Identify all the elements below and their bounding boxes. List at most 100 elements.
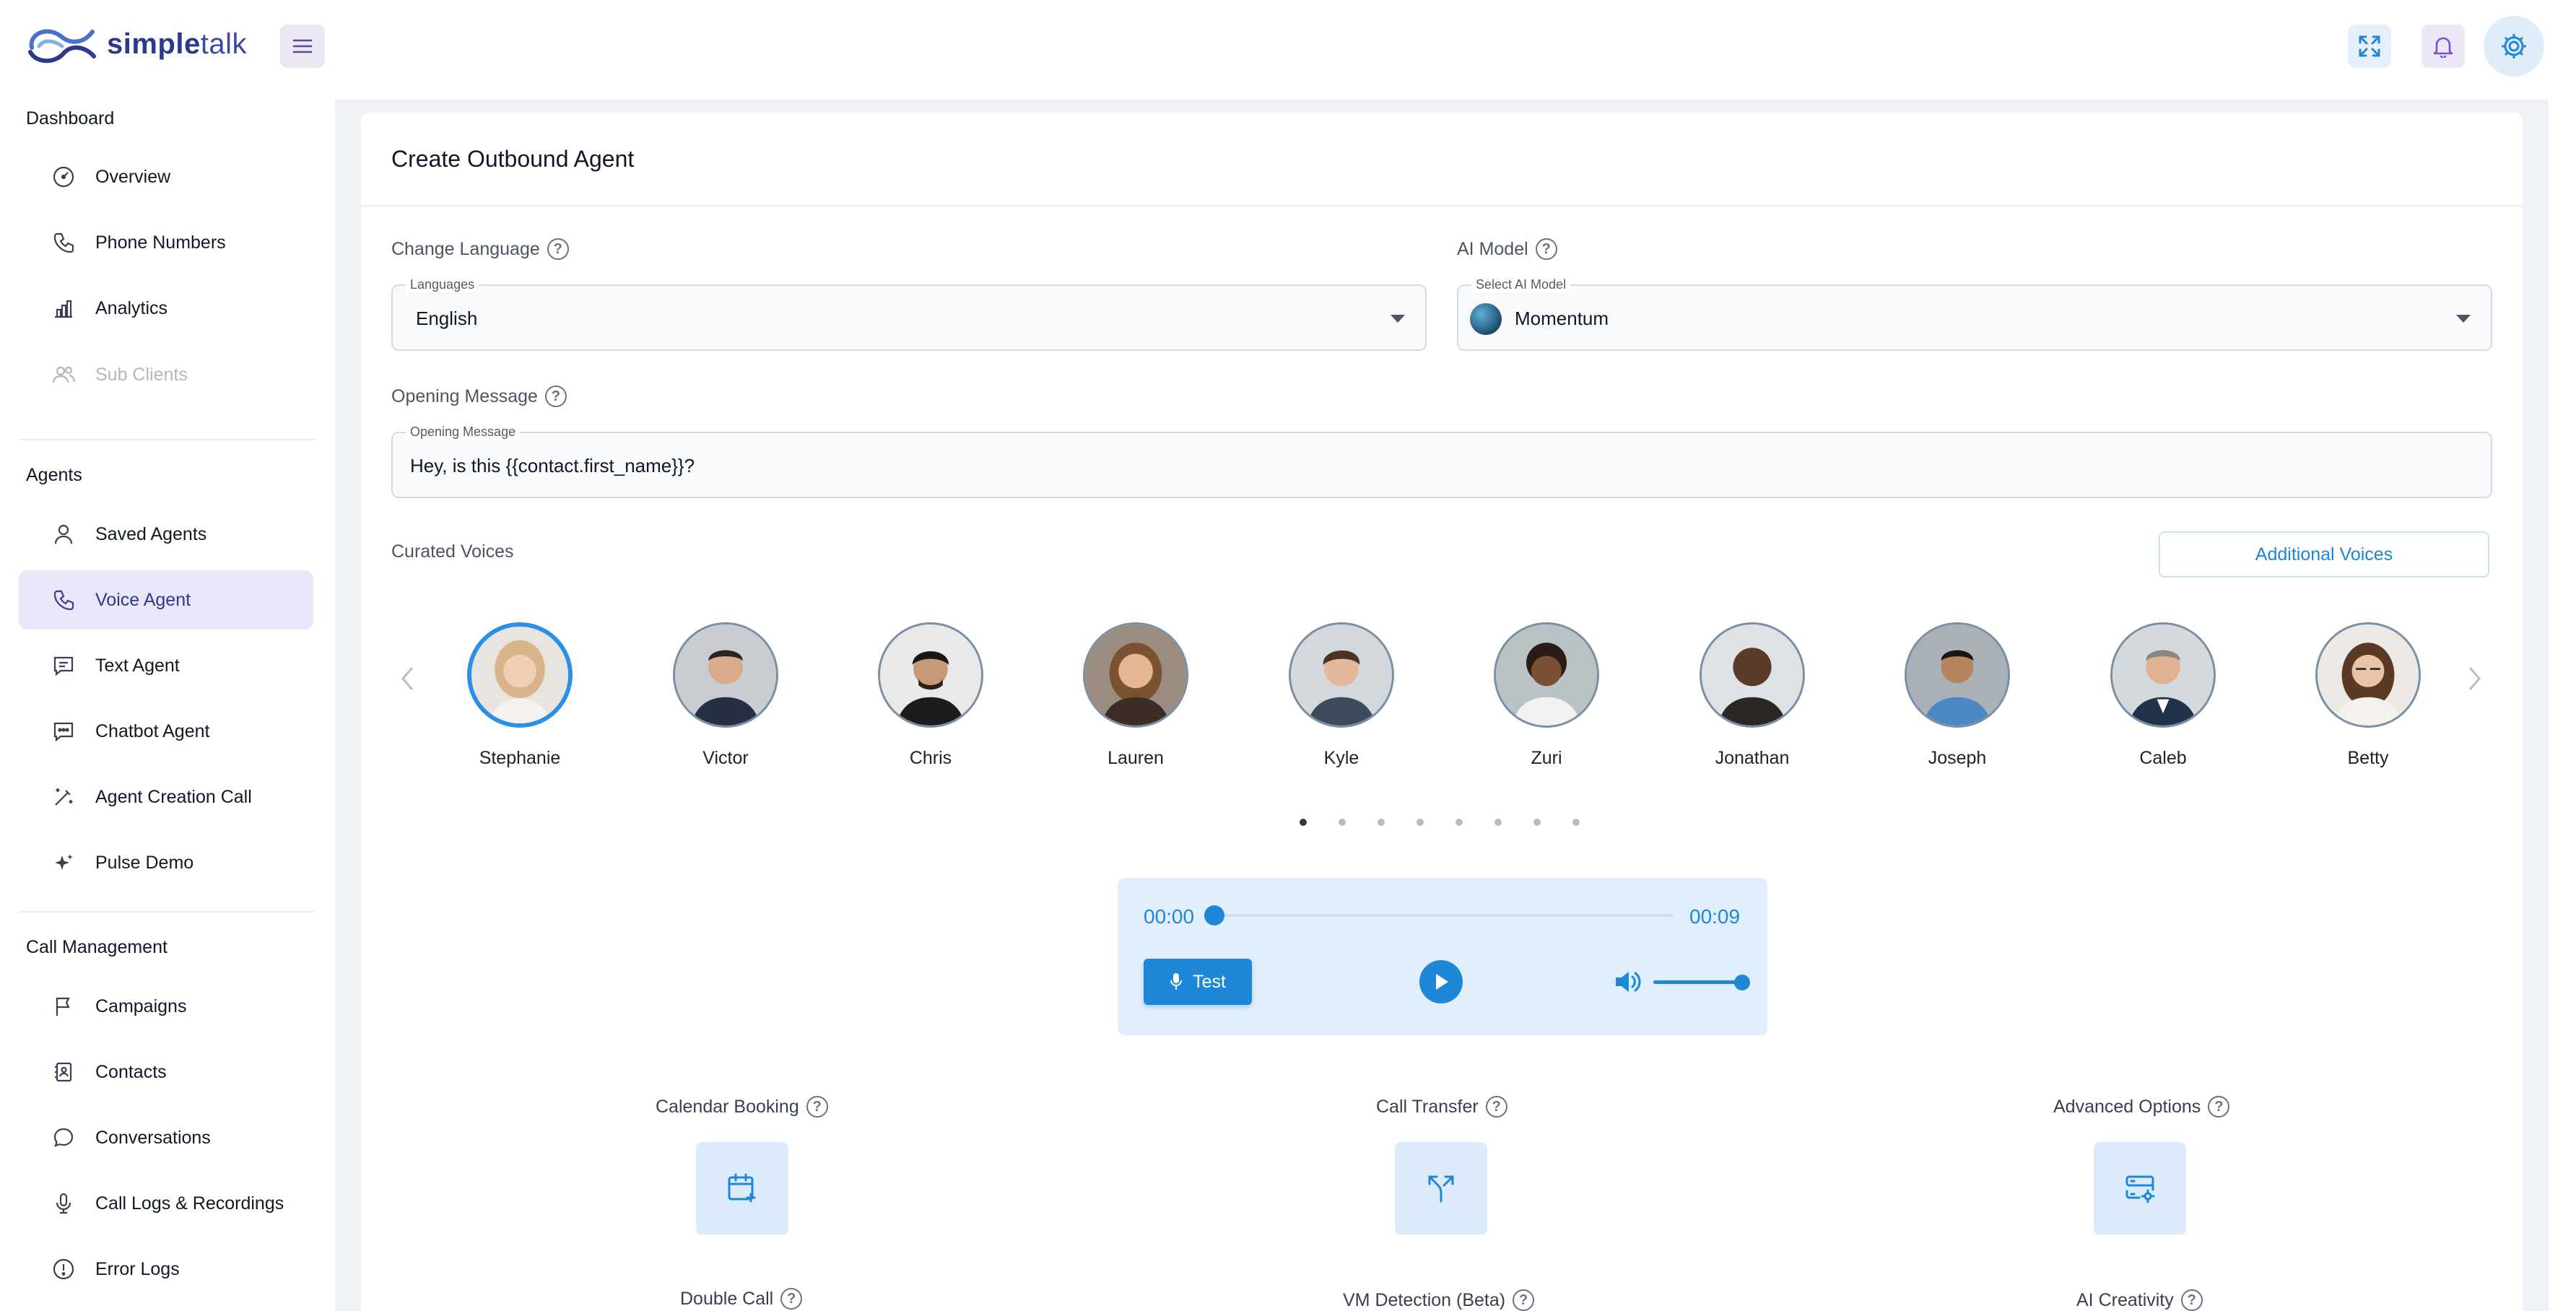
help-icon[interactable]: ? [2180, 1289, 2203, 1311]
pagination-dot[interactable] [1494, 819, 1502, 826]
opening-message-legend: Opening Message [406, 424, 521, 440]
opening-message-input[interactable]: Opening Message Hey, is this {{contact.f… [391, 424, 2492, 498]
help-icon[interactable]: ? [1485, 1096, 1507, 1118]
pagination-dot[interactable] [1339, 819, 1346, 826]
sidebar-item-analytics[interactable]: Analytics [19, 279, 313, 338]
notifications-button[interactable] [2421, 25, 2465, 68]
pagination-dot[interactable] [1533, 819, 1541, 826]
pagination-dot[interactable] [1378, 819, 1385, 826]
split-arrows-icon [1428, 1175, 1454, 1203]
avatar [1494, 622, 1599, 728]
calendar-booking-button[interactable] [696, 1142, 788, 1234]
voice-option[interactable]: Joseph [1892, 622, 2022, 769]
progress-track[interactable] [1214, 914, 1674, 917]
volume-slider[interactable] [1653, 980, 1744, 984]
voice-option[interactable]: Lauren [1071, 622, 1201, 769]
top-bar: simpletalk [0, 0, 2576, 94]
voice-option[interactable]: Zuri [1481, 622, 1611, 769]
bell-icon [2433, 37, 2453, 58]
sidebar-item-agent-creation-call[interactable]: Agent Creation Call [19, 767, 313, 827]
section-title-agents: Agents [26, 465, 82, 485]
sidebar-item-error-logs[interactable]: Error Logs [19, 1240, 313, 1299]
help-icon[interactable]: ? [2208, 1096, 2230, 1118]
microphone-icon [1170, 973, 1183, 990]
volume-thumb[interactable] [1734, 975, 1750, 990]
phone-icon [51, 230, 77, 256]
gear-icon [2502, 34, 2526, 58]
vm-detection-label: VM Detection (Beta)? [1343, 1289, 1535, 1311]
sidebar-item-sub-clients[interactable]: Sub Clients [19, 345, 313, 404]
test-button[interactable]: Test [1144, 959, 1252, 1005]
sidebar-item-overview[interactable]: Overview [19, 147, 313, 206]
carousel-next-button[interactable] [2460, 657, 2489, 700]
language-select-legend: Languages [406, 277, 479, 292]
voice-name: Kyle [1323, 748, 1359, 768]
fullscreen-button[interactable] [2348, 25, 2391, 68]
pagination-dot[interactable] [1572, 819, 1580, 826]
pagination-dot[interactable] [1417, 819, 1424, 826]
carousel-pagination [1300, 819, 1580, 826]
opening-message-value: Hey, is this {{contact.first_name}}? [410, 455, 695, 476]
sidebar-item-saved-agents[interactable]: Saved Agents [19, 505, 313, 564]
menu-toggle-button[interactable] [280, 25, 325, 68]
voice-option[interactable]: Stephanie [455, 622, 585, 769]
voice-name: Jonathan [1715, 748, 1790, 768]
brand-logo[interactable]: simpletalk [26, 22, 247, 66]
sidebar-item-label: Pulse Demo [95, 852, 194, 873]
voice-name: Stephanie [479, 748, 561, 768]
flag-icon [51, 993, 77, 1019]
page-title: Create Outbound Agent [391, 146, 635, 172]
sidebar-item-phone-numbers[interactable]: Phone Numbers [19, 213, 313, 272]
gauge-icon [51, 164, 77, 190]
sidebar-item-call-logs[interactable]: Call Logs & Recordings [19, 1174, 313, 1233]
sidebar-item-campaigns[interactable]: Campaigns [19, 977, 313, 1036]
help-icon[interactable]: ? [780, 1288, 803, 1310]
pagination-dot[interactable] [1455, 819, 1463, 826]
sidebar-item-label: Contacts [95, 1061, 167, 1082]
ai-model-select-value: Momentum [1515, 308, 1609, 329]
additional-voices-button[interactable]: Additional Voices [2159, 531, 2489, 578]
help-icon[interactable]: ? [806, 1096, 828, 1118]
sidebar-item-chatbot-agent[interactable]: Chatbot Agent [19, 702, 313, 761]
duration: 00:09 [1689, 905, 1741, 928]
voice-option[interactable]: Jonathan [1687, 622, 1817, 769]
help-icon[interactable]: ? [1513, 1289, 1535, 1311]
section-title-dashboard: Dashboard [26, 108, 115, 129]
voice-option[interactable]: Kyle [1276, 622, 1406, 769]
sidebar-item-conversations[interactable]: Conversations [19, 1108, 313, 1167]
sidebar-divider [19, 439, 315, 440]
call-transfer-button[interactable] [1395, 1142, 1487, 1234]
voice-name: Joseph [1928, 748, 1987, 768]
sidebar-item-label: Chatbot Agent [95, 720, 210, 741]
sidebar-item-pulse-demo[interactable]: Pulse Demo [19, 833, 313, 892]
voice-option[interactable]: Caleb [2098, 622, 2228, 769]
progress-thumb[interactable] [1204, 905, 1224, 925]
current-time: 00:00 [1144, 905, 1195, 928]
voice-option[interactable]: Betty [2303, 622, 2433, 769]
ai-model-select[interactable]: Select AI Model Momentum [1457, 277, 2492, 351]
sidebar-item-contacts[interactable]: Contacts [19, 1042, 313, 1102]
avatar [467, 622, 573, 728]
help-icon[interactable]: ? [547, 238, 569, 260]
volume-icon[interactable] [1613, 969, 1642, 995]
advanced-options-button[interactable] [2094, 1142, 2186, 1234]
sidebar-item-text-agent[interactable]: Text Agent [19, 636, 313, 695]
carousel-prev-button[interactable] [393, 657, 422, 700]
avatar [1083, 622, 1188, 728]
language-select[interactable]: Languages English [391, 277, 1427, 351]
user-icon [51, 521, 77, 547]
hamburger-icon [292, 39, 313, 53]
calendar-booking-label: Calendar Booking? [656, 1096, 828, 1118]
voice-option[interactable]: Victor [661, 622, 791, 769]
sidebar-item-voice-agent[interactable]: Voice Agent [19, 570, 313, 630]
play-button[interactable] [1419, 960, 1463, 1003]
bar-chart-icon [51, 295, 77, 321]
help-icon[interactable]: ? [544, 386, 567, 407]
voice-option[interactable]: Chris [866, 622, 996, 769]
sidebar-item-label: Call Logs & Recordings [95, 1193, 284, 1214]
sidebar-divider [19, 911, 315, 913]
settings-button[interactable] [2484, 16, 2544, 77]
help-icon[interactable]: ? [1535, 238, 1557, 260]
pagination-dot[interactable] [1300, 819, 1307, 826]
avatar [1700, 622, 1805, 728]
